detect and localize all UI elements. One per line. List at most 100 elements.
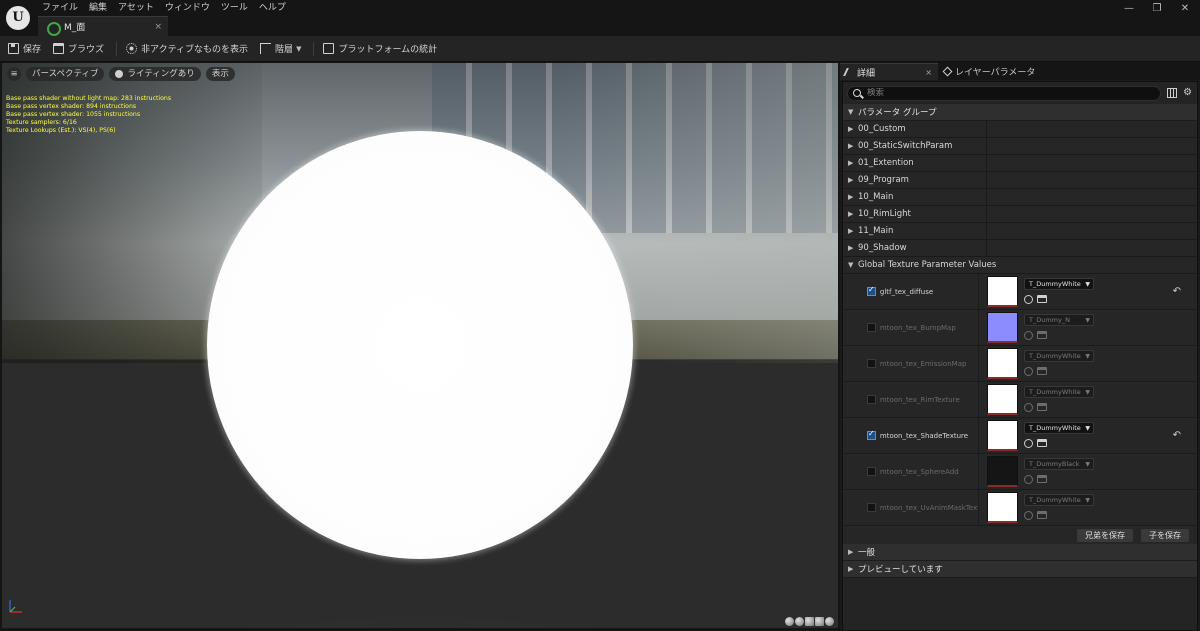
preview-plane-icon[interactable]	[805, 617, 814, 626]
browse-asset-icon[interactable]	[1037, 439, 1047, 447]
save-button[interactable]: 保存	[8, 42, 41, 55]
preview-sphere[interactable]	[207, 131, 633, 559]
override-checkbox[interactable]	[867, 467, 876, 476]
menu-help[interactable]: ヘルプ	[257, 1, 295, 15]
texture-thumbnail[interactable]	[987, 348, 1018, 379]
category-previewing[interactable]: ▶ プレビューしています	[843, 561, 1197, 578]
platform-stats-button[interactable]: プラットフォームの統計	[323, 42, 437, 55]
stats-line: Texture samplers: 6/16	[6, 119, 77, 127]
texture-asset-dropdown[interactable]: T_DummyWhite ▼	[1024, 278, 1094, 290]
texture-asset-value: T_Dummy_N	[1029, 316, 1070, 324]
texture-asset-dropdown[interactable]: T_DummyWhite ▼	[1024, 350, 1094, 362]
browse-asset-icon[interactable]	[1037, 475, 1047, 483]
hierarchy-button[interactable]: 階層 ▼	[260, 42, 301, 55]
texture-thumbnail[interactable]	[987, 276, 1018, 307]
texture-asset-dropdown[interactable]: T_DummyBlack ▼	[1024, 458, 1094, 470]
override-checkbox[interactable]	[867, 429, 876, 440]
preview-mesh-icon[interactable]	[825, 617, 834, 626]
restore-icon[interactable]: ❐	[1150, 3, 1164, 14]
use-selected-asset-icon[interactable]	[1024, 438, 1033, 448]
preview-sphere-icon[interactable]	[795, 617, 804, 626]
texture-asset-dropdown[interactable]: T_Dummy_N ▼	[1024, 314, 1094, 326]
category-general[interactable]: ▶ 一般	[843, 544, 1197, 561]
use-selected-asset-icon[interactable]	[1024, 294, 1033, 304]
preview-cube-icon[interactable]	[815, 617, 824, 626]
tab-details[interactable]: 詳細 ×	[840, 63, 938, 80]
reset-to-default-icon[interactable]: ↶	[1173, 430, 1181, 441]
browse-asset-icon[interactable]	[1037, 295, 1047, 303]
override-checkbox[interactable]	[867, 323, 876, 332]
group-row[interactable]: ▶ 10_RimLight	[843, 205, 1197, 223]
override-checkbox[interactable]	[867, 285, 876, 296]
use-selected-asset-icon[interactable]	[1024, 366, 1033, 376]
browse-asset-icon[interactable]	[1037, 367, 1047, 375]
perspective-button[interactable]: パースペクティブ	[26, 67, 105, 81]
unreal-logo-icon[interactable]: U	[6, 6, 30, 30]
save-sibling-button[interactable]: 兄弟を保存	[1077, 528, 1133, 542]
override-checkbox[interactable]	[867, 395, 876, 404]
group-row[interactable]: ▶ 90_Shadow	[843, 239, 1197, 257]
tab-close-icon[interactable]: ×	[154, 22, 162, 32]
save-child-button[interactable]: 子を保存	[1141, 528, 1189, 542]
texture-thumbnail[interactable]	[987, 420, 1018, 451]
menu-file[interactable]: ファイル	[40, 1, 87, 15]
texture-thumbnail[interactable]	[987, 384, 1018, 415]
use-selected-asset-icon[interactable]	[1024, 402, 1033, 412]
texture-asset-value: T_DummyWhite	[1029, 388, 1081, 396]
override-checkbox[interactable]	[867, 503, 876, 512]
use-selected-asset-icon[interactable]	[1024, 510, 1033, 520]
texture-value-cell: T_Dummy_N ▼	[1024, 314, 1094, 341]
texture-asset-dropdown[interactable]: T_DummyWhite ▼	[1024, 422, 1094, 434]
category-parameter-groups[interactable]: ▼ パラメータ グループ	[843, 104, 1197, 121]
chevron-down-icon: ▼	[1085, 496, 1090, 504]
texture-param-row: gltf_tex_diffuse T_DummyWhite ▼ ↶	[843, 273, 1197, 310]
menu-bar: ファイル 編集 アセット ウィンドウ ツール ヘルプ	[40, 1, 295, 15]
use-selected-asset-icon[interactable]	[1024, 474, 1033, 484]
group-row[interactable]: ▶ 09_Program	[843, 171, 1197, 189]
show-button[interactable]: 表示	[205, 67, 235, 81]
texture-thumbnail[interactable]	[987, 312, 1018, 343]
group-row[interactable]: ▶ 01_Extention	[843, 154, 1197, 172]
override-checkbox[interactable]	[867, 359, 876, 368]
search-row: ⚙	[843, 82, 1197, 104]
lighting-mode-button[interactable]: ライティングあり	[109, 67, 201, 81]
menu-asset[interactable]: アセット	[116, 1, 163, 15]
hide-inactive-button[interactable]: 非アクティブなものを表示	[126, 42, 248, 55]
viewport-menu-icon[interactable]: ≡	[7, 67, 21, 81]
texture-thumbnail[interactable]	[987, 456, 1018, 487]
use-selected-asset-icon[interactable]	[1024, 330, 1033, 340]
browse-asset-icon[interactable]	[1037, 403, 1047, 411]
tab-layer-parameters[interactable]: レイヤーパラメータ	[938, 63, 1035, 80]
browse-button[interactable]: ブラウズ	[53, 42, 104, 55]
reset-to-default-icon[interactable]: ↶	[1173, 286, 1181, 297]
menu-window[interactable]: ウィンドウ	[163, 1, 219, 15]
group-row[interactable]: ▶ 00_Custom	[843, 120, 1197, 138]
minimize-icon[interactable]: —	[1122, 3, 1136, 14]
preview-cylinder-icon[interactable]	[785, 617, 794, 626]
menu-edit[interactable]: 編集	[87, 1, 116, 15]
lighting-mode-label: ライティングあり	[127, 69, 195, 79]
group-label: 00_StaticSwitchParam	[858, 141, 953, 151]
group-row[interactable]: ▶ 00_StaticSwitchParam	[843, 137, 1197, 155]
search-box[interactable]	[847, 85, 1162, 101]
material-preview-viewport[interactable]: ≡ パースペクティブ ライティングあり 表示 Base pass shader …	[2, 63, 838, 628]
group-global-texture-params[interactable]: ▼ Global Texture Parameter Values	[843, 257, 1197, 274]
group-row[interactable]: ▶ 11_Main	[843, 222, 1197, 240]
texture-asset-dropdown[interactable]: T_DummyWhite ▼	[1024, 386, 1094, 398]
texture-thumbnail[interactable]	[987, 492, 1018, 523]
texture-param-name: mtoon_tex_EmissionMap	[879, 359, 967, 368]
texture-param-row: mtoon_tex_ShadeTexture T_DummyWhite ▼ ↶	[843, 417, 1197, 454]
gear-icon[interactable]: ⚙	[1183, 88, 1193, 98]
close-window-icon[interactable]: ✕	[1178, 3, 1192, 14]
close-icon[interactable]: ×	[925, 68, 932, 77]
browse-asset-icon[interactable]	[1037, 331, 1047, 339]
texture-asset-dropdown[interactable]: T_DummyWhite ▼	[1024, 494, 1094, 506]
menu-tools[interactable]: ツール	[219, 1, 257, 15]
texture-asset-value: T_DummyWhite	[1029, 352, 1081, 360]
search-input[interactable]	[867, 88, 1157, 98]
group-row[interactable]: ▶ 10_Main	[843, 188, 1197, 206]
property-matrix-icon[interactable]	[1167, 88, 1178, 98]
browse-asset-icon[interactable]	[1037, 511, 1047, 519]
document-tab[interactable]: M_面 ×	[38, 16, 168, 36]
texture-actions	[1024, 509, 1094, 521]
